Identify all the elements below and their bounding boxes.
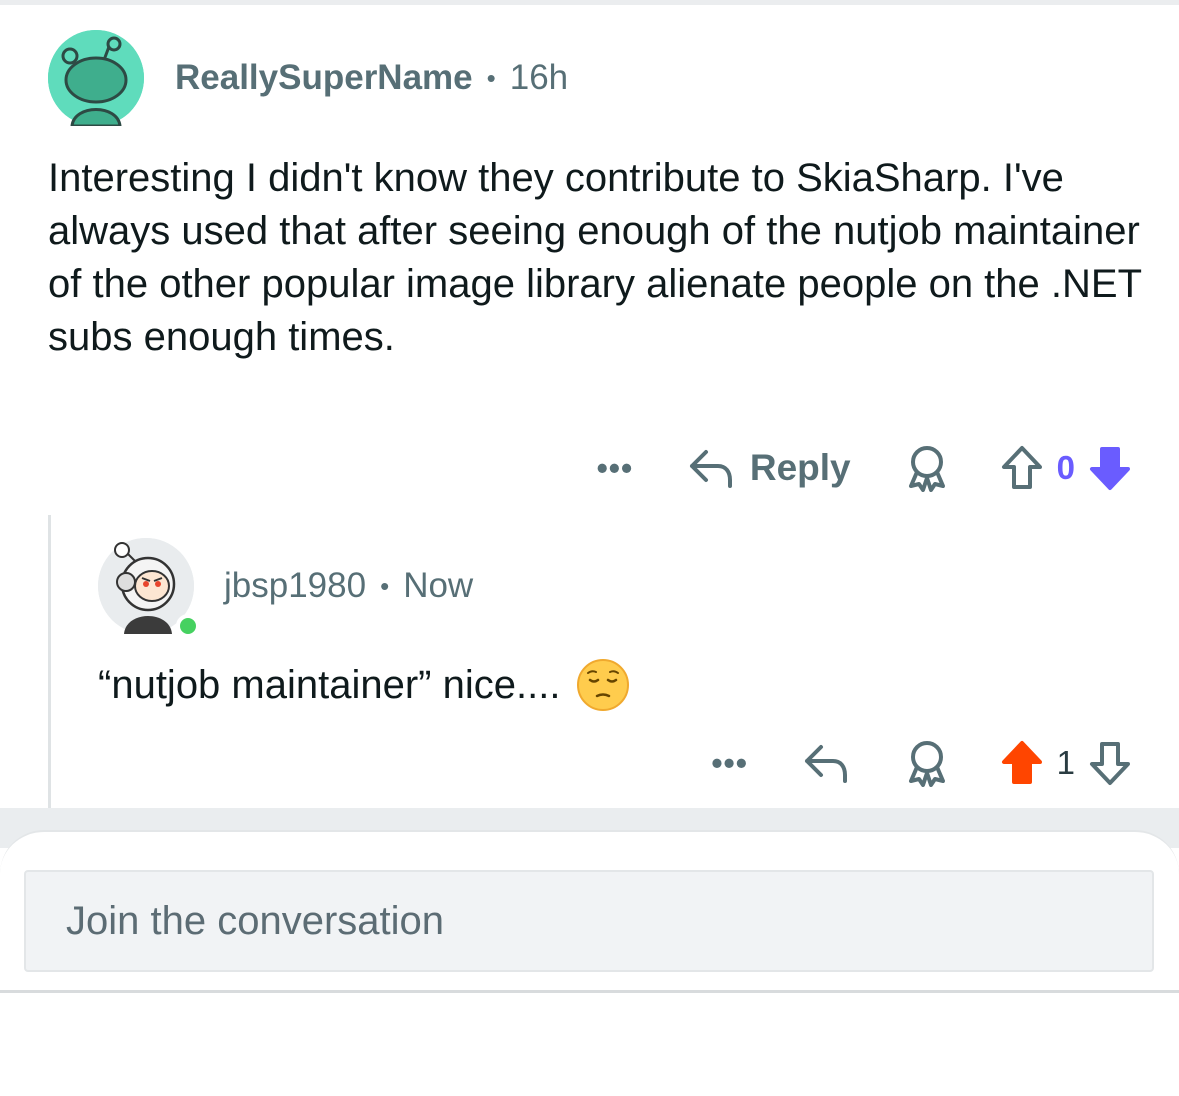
comment-composer: Join the conversation (0, 830, 1179, 992)
reply-vote-control: 1 (1001, 740, 1131, 786)
more-icon[interactable]: ••• (592, 450, 638, 487)
reply-arrow-icon[interactable] (803, 743, 851, 783)
bottom-divider (0, 990, 1179, 993)
award-icon[interactable] (903, 739, 951, 787)
reply-comment-text: “nutjob maintainer” nice.... (98, 662, 561, 707)
downvote-icon[interactable] (1089, 445, 1131, 491)
meta-separator: • (380, 570, 390, 601)
reply-comment-age: Now (403, 566, 474, 605)
join-conversation-input[interactable]: Join the conversation (24, 870, 1154, 972)
reply-vote-score: 1 (1056, 744, 1075, 781)
parent-vote-control: 0 (1001, 445, 1131, 491)
reply-arrow-icon (688, 448, 736, 488)
downvote-icon[interactable] (1089, 740, 1131, 786)
top-divider (0, 0, 1179, 5)
snoo-avatar-icon[interactable] (48, 30, 144, 128)
meta-separator: • (486, 62, 496, 93)
parent-comment-header: ReallySuperName • 16h (48, 30, 568, 128)
astronaut-avatar-icon[interactable] (98, 538, 200, 638)
parent-comment-age: 16h (509, 58, 569, 97)
reply-comment-body: “nutjob maintainer” nice.... (98, 658, 630, 712)
upvote-icon[interactable] (1001, 445, 1043, 491)
parent-author-line: ReallySuperName • 16h (175, 58, 568, 98)
parent-action-row: ••• Reply 0 (592, 440, 1131, 496)
reply-label: Reply (749, 447, 851, 488)
online-status-indicator (176, 614, 200, 638)
reply-comment-header: jbsp1980 • Now (98, 538, 473, 638)
award-icon[interactable] (903, 444, 951, 492)
pensive-face-emoji (576, 658, 630, 712)
upvote-icon[interactable] (1001, 740, 1043, 786)
reply-author-name[interactable]: jbsp1980 (224, 566, 366, 606)
parent-author-name[interactable]: ReallySuperName (175, 58, 473, 98)
parent-comment-body: Interesting I didn't know they contribut… (48, 156, 1142, 359)
reply-author-line: jbsp1980 • Now (224, 566, 473, 606)
reply-action-row: ••• 1 (707, 735, 1131, 791)
thread-line[interactable] (48, 515, 51, 808)
parent-vote-score: 0 (1056, 449, 1075, 486)
reply-button[interactable]: Reply (688, 447, 851, 489)
more-icon[interactable]: ••• (707, 745, 753, 782)
